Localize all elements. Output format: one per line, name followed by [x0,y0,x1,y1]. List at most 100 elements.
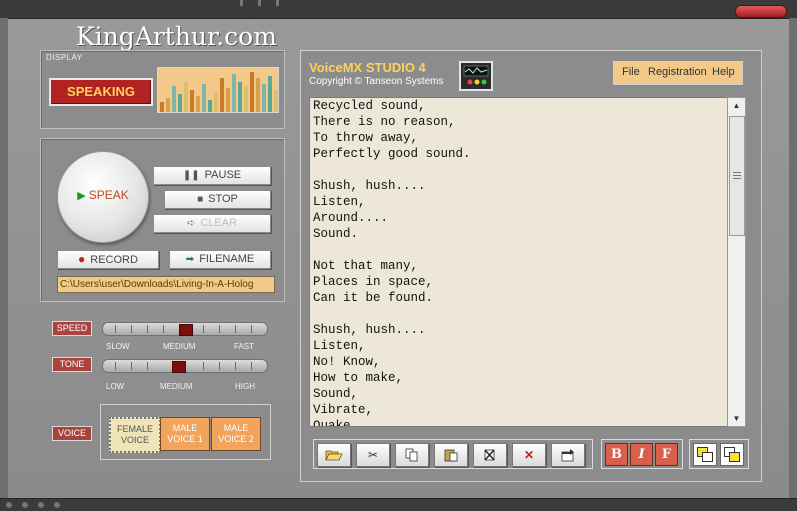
frame-rivet [22,502,28,508]
vu-bar [196,96,200,112]
text-line: Around.... [313,211,389,225]
pause-button[interactable]: ❚❚ PAUSE [153,166,271,185]
tone-slider-thumb[interactable] [172,361,186,373]
filename-button[interactable]: ➡ FILENAME [169,250,271,269]
scroll-up-arrow-icon[interactable]: ▲ [728,98,745,113]
delete-button[interactable]: ✕ [512,443,546,467]
vu-bar [208,100,212,112]
copy-button[interactable] [395,443,429,467]
slider-tick [131,325,132,333]
pause-label: PAUSE [204,169,242,181]
text-line: Listen, [313,339,366,353]
open-folder-button[interactable] [317,443,351,467]
grip-line [733,172,741,173]
font-button[interactable]: F [655,443,678,466]
slider-tick [235,325,236,333]
speech-text-area[interactable]: Recycled sound, There is no reason, To thr… [309,97,728,427]
speed-slider-thumb[interactable] [179,324,193,336]
window-square-icon [729,452,740,462]
text-line: Sound. [313,227,359,241]
slider-tick [251,325,252,333]
speak-button[interactable]: ▶ SPEAK [57,151,149,243]
playback-control-panel: ▶ SPEAK ❚❚ PAUSE ■ STOP ➪ CLEAR ● RECORD ➡ FIL… [40,138,285,302]
clear-button[interactable]: ➪ CLEAR [153,214,271,233]
record-button[interactable]: ● RECORD [57,250,159,269]
vu-bar [238,82,242,112]
stop-button[interactable]: ■ STOP [164,190,271,209]
close-button[interactable] [735,5,787,18]
vu-bar [166,98,170,112]
text-line: To throw away, [313,131,419,145]
vu-bar [160,102,164,112]
format-button-group: B I F [601,439,683,469]
slider-tick [219,362,220,370]
vu-bar [244,86,248,112]
voice-selector: FEMALE VOICE MALE VOICE 1 MALE VOICE 2 [100,404,271,460]
vu-bar [268,76,272,112]
arrow-right-icon: ➡ [185,254,195,265]
title-bar-notch [240,0,243,6]
text-line: Perfectly good sound. [313,147,471,161]
title-bar-notch [276,0,279,6]
text-line: Shush, hush.... [313,323,426,337]
paste-button[interactable] [434,443,468,467]
oscilloscope-graphic [463,65,489,85]
text-line [310,242,727,258]
bold-button[interactable]: B [605,443,628,466]
properties-button[interactable] [551,443,585,467]
vu-bar [232,74,236,112]
vertical-scrollbar[interactable]: ▲ ▼ [727,97,746,427]
eraser-icon [484,449,495,461]
stop-label: STOP [208,193,238,205]
tile-window-button[interactable] [693,443,717,466]
vu-bar [172,86,176,112]
oscilloscope-icon[interactable] [459,61,493,91]
vu-bar [220,78,224,112]
frame-rivet [54,502,60,508]
male-voice-2-button[interactable]: MALE VOICE 2 [211,417,261,451]
text-line: Shush, hush.... [313,179,426,193]
text-line [310,162,727,178]
scissors-icon: ✂ [367,448,379,462]
text-line: How to make, [313,371,404,385]
filename-label: FILENAME [199,253,255,265]
speaking-status-badge: SPEAKING [49,78,153,106]
vu-bar [250,72,254,112]
slider-tick [203,325,204,333]
italic-button[interactable]: I [630,443,653,466]
copyright-text: Copyright © Tanseon Systems [309,76,444,87]
file-path-field[interactable]: C:\Users\user\Downloads\Living-In-A-Holo… [57,276,275,293]
pause-icon: ❚❚ [182,170,200,181]
slider-tick [219,325,220,333]
display-label: DISPLAY [46,53,83,62]
properties-icon [561,449,574,462]
text-line: There is no reason, [313,115,456,129]
speed-slow-label: SLOW [106,342,130,351]
female-voice-button[interactable]: FEMALE VOICE [109,417,161,453]
left-frame-rail [0,18,8,499]
cut-button[interactable]: ✂ [356,443,390,467]
clear-label: CLEAR [200,217,238,229]
speed-label: SPEED [52,321,92,336]
menu-registration[interactable]: Registration [648,66,707,78]
menu-file[interactable]: File [622,66,640,78]
text-line: No! Know, [313,355,381,369]
voicemx-app-window: KingArthur.com DISPLAY SPEAKING ▶ SPEAK ❚… [0,0,797,511]
right-frame-rail [789,18,797,499]
grip-line [733,178,741,179]
clear-format-button[interactable] [473,443,507,467]
scroll-thumb[interactable] [729,116,745,236]
text-line: Quake [313,419,351,427]
vu-bar [274,90,278,112]
vu-bar [226,88,230,112]
stop-icon: ■ [197,194,204,205]
speak-button-label: ▶ SPEAK [58,188,148,202]
scroll-down-arrow-icon[interactable]: ▼ [728,411,745,426]
speed-slider[interactable] [102,322,268,336]
male-voice-1-button[interactable]: MALE VOICE 1 [160,417,210,451]
cascade-window-button[interactable] [720,443,744,466]
text-line: Places in space, [313,275,434,289]
record-label: RECORD [90,254,138,266]
tone-slider[interactable] [102,359,268,373]
menu-help[interactable]: Help [712,66,735,78]
